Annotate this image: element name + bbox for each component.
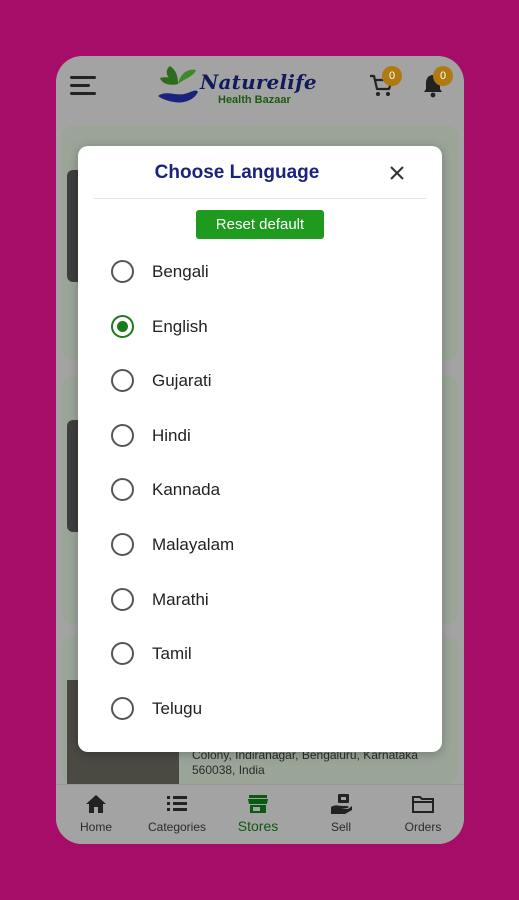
leaf-hand-icon (158, 66, 198, 103)
tab-sell[interactable]: Sell (301, 793, 381, 834)
dialog-divider (94, 198, 426, 199)
language-label: Tamil (152, 644, 192, 664)
store-address: Colony, Indiranagar, Bengaluru, Karnatak… (192, 748, 418, 777)
list-icon (167, 796, 187, 811)
language-option-gujarati[interactable]: Gujarati (78, 353, 442, 408)
radio-button[interactable] (111, 478, 134, 502)
dialog-title: Choose Language (154, 162, 320, 183)
radio-button[interactable] (111, 423, 134, 447)
language-label: Malayalam (152, 534, 235, 554)
sell-icon (331, 794, 352, 814)
home-icon (86, 795, 106, 813)
hamburger-menu-icon[interactable] (70, 76, 96, 96)
tab-home[interactable]: Home (56, 793, 136, 834)
radio-button[interactable] (111, 642, 134, 666)
language-list: Bengali English Gujarati Hindi Kannada Malaya… (78, 244, 442, 735)
language-option-hindi[interactable]: Hindi (78, 408, 442, 463)
radio-button[interactable] (111, 369, 134, 393)
radio-button[interactable] (111, 696, 134, 720)
language-label: Hindi (152, 425, 191, 445)
brand-logo: Naturelife Health Bazaar (156, 62, 322, 110)
notification-count-badge: 0 (433, 66, 453, 86)
store-icon (248, 795, 268, 813)
language-label: English (152, 316, 208, 336)
language-label: Kannada (152, 480, 221, 500)
radio-button[interactable] (111, 260, 134, 283)
tab-label: Stores (237, 818, 279, 834)
radio-button[interactable] (111, 314, 134, 338)
language-option-malayalam[interactable]: Malayalam (78, 517, 442, 572)
language-option-marathi[interactable]: Marathi (78, 572, 442, 627)
language-option-kannada[interactable]: Kannada (78, 462, 442, 517)
radio-button[interactable] (111, 587, 134, 611)
language-option-english[interactable]: English (78, 299, 442, 354)
bottom-tab-bar: Home Categories Stores Sell Orders (56, 784, 464, 844)
tab-label: Sell (330, 820, 351, 834)
tab-categories[interactable]: Categories (137, 793, 217, 834)
close-icon[interactable] (386, 162, 408, 184)
app-header: Naturelife Health Bazaar 0 0 (56, 56, 464, 118)
language-label: Gujarati (152, 371, 212, 391)
language-dialog: Choose Language Reset default Bengali Eng… (78, 146, 442, 752)
tab-label: Home (79, 820, 112, 834)
language-label: Bengali (152, 262, 209, 281)
tab-orders[interactable]: Orders (383, 793, 463, 834)
brand-tagline: Health Bazaar (218, 94, 291, 106)
tab-label: Categories (147, 820, 207, 834)
reset-default-button[interactable]: Reset default (196, 210, 324, 239)
radio-button[interactable] (111, 532, 134, 556)
language-option-bengali[interactable]: Bengali (78, 244, 442, 299)
folder-icon (412, 796, 434, 813)
cart-count-badge: 0 (382, 66, 402, 86)
tab-stores[interactable]: Stores (218, 793, 298, 834)
language-option-tamil[interactable]: Tamil (78, 626, 442, 681)
language-label: Telugu (152, 698, 203, 718)
tab-label: Orders (404, 820, 442, 834)
brand-name: Naturelife (200, 70, 317, 94)
language-option-telugu[interactable]: Telugu (78, 681, 442, 736)
language-label: Marathi (152, 589, 209, 609)
